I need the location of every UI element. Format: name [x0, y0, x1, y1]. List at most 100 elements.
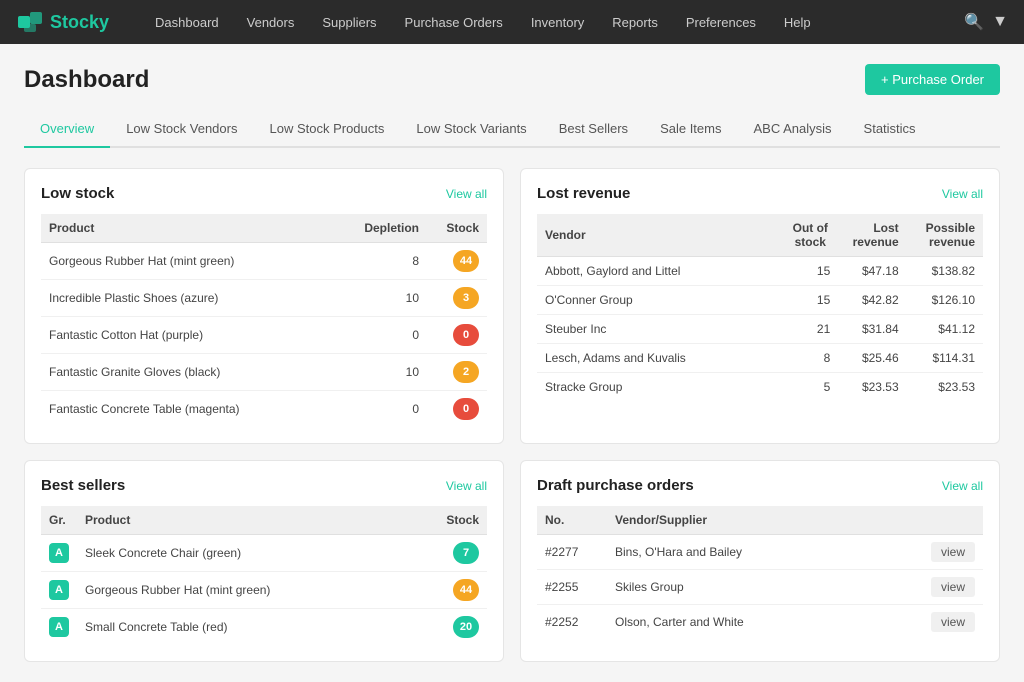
low-stock-table: Product Depletion Stock Gorgeous Rubber … — [41, 214, 487, 427]
possible-revenue-value: $23.53 — [907, 373, 983, 402]
more-icon[interactable]: ▼ — [992, 13, 1008, 31]
vendor-name: O'Conner Group — [537, 286, 782, 315]
best-sellers-card: Best sellers View all Gr. Product Stock … — [24, 460, 504, 662]
tab-low-stock-vendors[interactable]: Low Stock Vendors — [110, 111, 253, 148]
low-stock-header: Low stock View all — [41, 185, 487, 202]
lost-revenue-value: $25.46 — [838, 344, 906, 373]
main-content: Dashboard + Purchase Order Overview Low … — [0, 44, 1024, 682]
stock-badge-cell: 44 — [427, 243, 487, 280]
table-row: Abbott, Gaylord and Littel 15 $47.18 $13… — [537, 257, 983, 286]
po-view-button[interactable]: view — [931, 577, 975, 597]
po-number: #2277 — [537, 535, 607, 570]
possible-revenue-value: $138.82 — [907, 257, 983, 286]
tab-low-stock-variants[interactable]: Low Stock Variants — [400, 111, 542, 148]
nav-vendors[interactable]: Vendors — [233, 0, 309, 44]
th-grade: Gr. — [41, 506, 77, 535]
bs-stock-badge-cell: 44 — [427, 572, 487, 609]
table-row: A Sleek Concrete Chair (green) 7 — [41, 535, 487, 572]
table-row: Steuber Inc 21 $31.84 $41.12 — [537, 315, 983, 344]
tab-low-stock-products[interactable]: Low Stock Products — [253, 111, 400, 148]
nav-purchase-orders[interactable]: Purchase Orders — [391, 0, 517, 44]
cards-grid: Low stock View all Product Depletion Sto… — [24, 168, 1000, 662]
best-sellers-title: Best sellers — [41, 477, 125, 494]
out-of-stock-value: 15 — [782, 257, 838, 286]
table-row: A Small Concrete Table (red) 20 — [41, 609, 487, 646]
table-row: Lesch, Adams and Kuvalis 8 $25.46 $114.3… — [537, 344, 983, 373]
nav-reports[interactable]: Reports — [598, 0, 672, 44]
topnav: Stocky Dashboard Vendors Suppliers Purch… — [0, 0, 1024, 44]
th-action — [923, 506, 983, 535]
lost-revenue-view-all[interactable]: View all — [942, 187, 983, 201]
vendor-name: Abbott, Gaylord and Littel — [537, 257, 782, 286]
search-icon[interactable]: 🔍 — [964, 12, 984, 32]
logo-icon — [16, 8, 44, 36]
draft-po-header: Draft purchase orders View all — [537, 477, 983, 494]
bs-product-name: Gorgeous Rubber Hat (mint green) — [77, 572, 427, 609]
lost-revenue-table: Vendor Out of stock Lost revenue Possibl… — [537, 214, 983, 401]
tab-abc-analysis[interactable]: ABC Analysis — [737, 111, 847, 148]
table-row: Fantastic Granite Gloves (black) 10 2 — [41, 354, 487, 391]
table-row: O'Conner Group 15 $42.82 $126.10 — [537, 286, 983, 315]
grade-badge: A — [49, 543, 69, 563]
grade-badge: A — [49, 617, 69, 637]
stock-badge: 44 — [453, 250, 479, 272]
page-header: Dashboard + Purchase Order — [24, 64, 1000, 95]
out-of-stock-value: 15 — [782, 286, 838, 315]
bs-product-name: Sleek Concrete Chair (green) — [77, 535, 427, 572]
lost-revenue-card: Lost revenue View all Vendor Out of stoc… — [520, 168, 1000, 444]
stock-badge-cell: 0 — [427, 391, 487, 428]
grade-cell: A — [41, 572, 77, 609]
table-row: Stracke Group 5 $23.53 $23.53 — [537, 373, 983, 402]
nav-dashboard[interactable]: Dashboard — [141, 0, 233, 44]
low-stock-view-all[interactable]: View all — [446, 187, 487, 201]
draft-po-view-all[interactable]: View all — [942, 479, 983, 493]
draft-po-title: Draft purchase orders — [537, 477, 694, 494]
th-possible-revenue: Possible revenue — [907, 214, 983, 257]
nav-suppliers[interactable]: Suppliers — [308, 0, 390, 44]
th-bs-stock: Stock — [427, 506, 487, 535]
stock-badge: 3 — [453, 287, 479, 309]
th-stock: Stock — [427, 214, 487, 243]
depletion-value: 10 — [329, 354, 427, 391]
table-row: Fantastic Cotton Hat (purple) 0 0 — [41, 317, 487, 354]
app-logo[interactable]: Stocky — [16, 8, 109, 36]
stock-badge: 0 — [453, 324, 479, 346]
nav-help[interactable]: Help — [770, 0, 825, 44]
tab-statistics[interactable]: Statistics — [848, 111, 932, 148]
depletion-value: 10 — [329, 280, 427, 317]
tab-sale-items[interactable]: Sale Items — [644, 111, 737, 148]
tab-best-sellers[interactable]: Best Sellers — [543, 111, 644, 148]
tab-overview[interactable]: Overview — [24, 111, 110, 148]
purchase-order-button[interactable]: + Purchase Order — [865, 64, 1000, 95]
draft-purchase-orders-card: Draft purchase orders View all No. Vendo… — [520, 460, 1000, 662]
po-action-cell: view — [923, 570, 983, 605]
bs-stock-badge: 44 — [453, 579, 479, 601]
out-of-stock-value: 8 — [782, 344, 838, 373]
table-row: #2252 Olson, Carter and White view — [537, 605, 983, 640]
lost-revenue-header: Lost revenue View all — [537, 185, 983, 202]
th-vendor: Vendor — [537, 214, 782, 257]
bs-stock-badge-cell: 20 — [427, 609, 487, 646]
draft-po-table: No. Vendor/Supplier #2277 Bins, O'Hara a… — [537, 506, 983, 639]
bs-product-name: Small Concrete Table (red) — [77, 609, 427, 646]
table-row: A Gorgeous Rubber Hat (mint green) 44 — [41, 572, 487, 609]
bs-stock-badge: 7 — [453, 542, 479, 564]
possible-revenue-value: $126.10 — [907, 286, 983, 315]
th-depletion: Depletion — [329, 214, 427, 243]
product-name: Fantastic Concrete Table (magenta) — [41, 391, 329, 428]
table-row: Incredible Plastic Shoes (azure) 10 3 — [41, 280, 487, 317]
bs-stock-badge-cell: 7 — [427, 535, 487, 572]
grade-cell: A — [41, 609, 77, 646]
out-of-stock-value: 5 — [782, 373, 838, 402]
nav-preferences[interactable]: Preferences — [672, 0, 770, 44]
th-bs-product: Product — [77, 506, 427, 535]
th-product: Product — [41, 214, 329, 243]
vendor-name: Steuber Inc — [537, 315, 782, 344]
low-stock-title: Low stock — [41, 185, 114, 202]
nav-inventory[interactable]: Inventory — [517, 0, 598, 44]
lost-revenue-title: Lost revenue — [537, 185, 630, 202]
lost-revenue-value: $23.53 — [838, 373, 906, 402]
po-view-button[interactable]: view — [931, 612, 975, 632]
best-sellers-view-all[interactable]: View all — [446, 479, 487, 493]
po-view-button[interactable]: view — [931, 542, 975, 562]
